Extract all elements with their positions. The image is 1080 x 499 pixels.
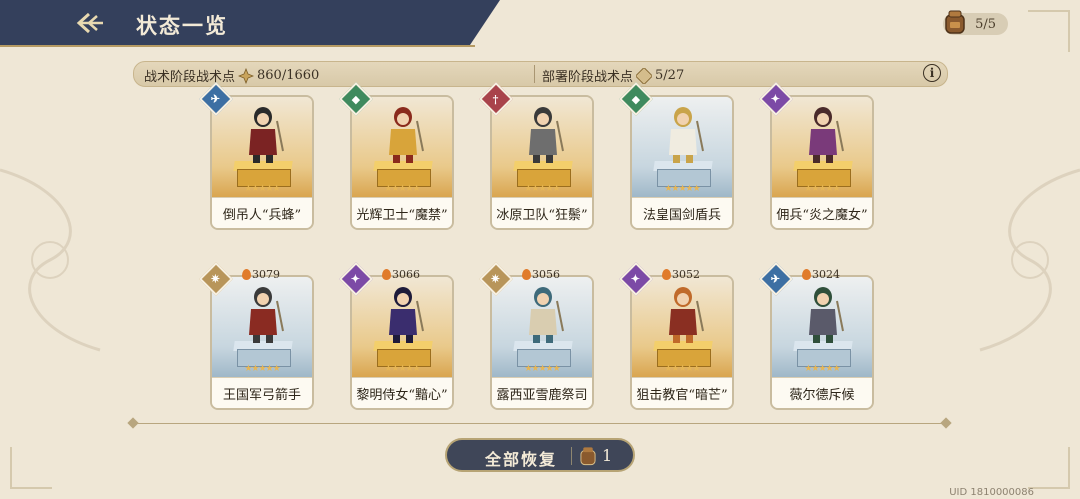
deploy-points-value: 5/27 (655, 68, 685, 83)
unit-name: 佣兵“炎之魔女” (772, 197, 872, 228)
unit-sprite-icon (389, 107, 424, 163)
tactical-points-value: 860/1660 (257, 68, 320, 83)
star-rating: ★★★★★ (244, 364, 280, 374)
unit-card[interactable]: ★★★★★ 王国军弓箭手 (210, 275, 314, 410)
restore-all-label: 全部恢复 (485, 450, 558, 469)
unit-sprite-icon (669, 287, 704, 343)
flame-icon (802, 269, 811, 280)
frame-corner-tr (1028, 10, 1070, 52)
ornament-left (0, 168, 101, 352)
user-id: UID 1810000086 (949, 487, 1034, 498)
unit-sprite-icon (389, 287, 424, 343)
restore-all-button[interactable]: 全部恢复 1 (445, 438, 635, 472)
star-rating: ★★★★★ (804, 184, 840, 194)
unit-name: 倒吊人“兵蜂” (212, 197, 312, 228)
unit-sprite-icon (249, 107, 284, 163)
flame-icon (522, 269, 531, 280)
backpack-icon (945, 10, 965, 34)
info-icon: i (929, 66, 935, 80)
points-divider (534, 65, 535, 83)
stamina-value: 5/5 (975, 16, 996, 32)
unit-card[interactable]: ★★★★★ 露西亚雪鹿祭司 (490, 275, 594, 410)
star-rating: ★★★★★ (664, 364, 700, 374)
unit-card[interactable]: ★★★★★ 光辉卫士“魔禁” (350, 95, 454, 230)
unit-sprite-icon (529, 107, 564, 163)
unit-name: 狙击教官“暗芒” (632, 377, 732, 408)
back-button[interactable] (72, 8, 108, 38)
divider-ornament-right (940, 417, 952, 429)
tactical-point-icon (238, 67, 255, 84)
unit-sprite-icon (249, 287, 284, 343)
unit-name: 冰原卫队“狂鬃” (492, 197, 592, 228)
star-rating: ★★★★★ (524, 184, 560, 194)
back-arrow-icon (76, 12, 103, 34)
divider-ornament-left (127, 417, 139, 429)
unit-sprite-icon (529, 287, 564, 343)
restore-separator (571, 447, 572, 465)
unit-card[interactable]: ★★★★★ 佣兵“炎之魔女” (770, 95, 874, 230)
info-button[interactable]: i (923, 64, 941, 82)
ornament-right (979, 168, 1080, 352)
power-value: 3024 (802, 268, 840, 281)
flame-icon (242, 269, 251, 280)
unit-sprite-icon (809, 287, 844, 343)
star-rating: ★★★★★ (384, 184, 420, 194)
header-edge (0, 45, 475, 47)
unit-name: 光辉卫士“魔禁” (352, 197, 452, 228)
stamina-counter[interactable]: 5/5 (943, 10, 1008, 35)
power-value: 3079 (242, 268, 280, 281)
unit-card[interactable]: ★★★★★ 薇尔德斥候 (770, 275, 874, 410)
unit-name: 法皇国剑盾兵 (632, 197, 732, 228)
unit-card[interactable]: ★★★★★ 倒吊人“兵蜂” (210, 95, 314, 230)
unit-sprite-icon (809, 107, 844, 163)
power-value: 3066 (382, 268, 420, 281)
unit-name: 黎明侍女“黯心” (352, 377, 452, 408)
power-value: 3052 (662, 268, 700, 281)
bottom-divider (133, 423, 946, 424)
restore-count: 1 (602, 446, 613, 465)
star-rating: ★★★★★ (244, 184, 280, 194)
star-rating: ★★★★★ (524, 364, 560, 374)
star-rating: ★★★★★ (664, 184, 700, 194)
unit-card[interactable]: ★★★★★ 黎明侍女“黯心” (350, 275, 454, 410)
star-rating: ★★★★★ (384, 364, 420, 374)
deploy-points-label: 部署阶段战术点 (542, 70, 634, 85)
page-title: 状态一览 (136, 13, 228, 38)
tactical-points-label: 战术阶段战术点 (144, 70, 236, 85)
unit-card[interactable]: ★★★★★ 法皇国剑盾兵 (630, 95, 734, 230)
deploy-point-icon (636, 67, 653, 84)
frame-corner-bl (10, 447, 52, 489)
flame-icon (662, 269, 671, 280)
unit-name: 薇尔德斥候 (772, 377, 872, 408)
unit-card[interactable]: ★★★★★ 狙击教官“暗芒” (630, 275, 734, 410)
unit-name: 王国军弓箭手 (212, 377, 312, 408)
star-rating: ★★★★★ (804, 364, 840, 374)
flame-icon (382, 269, 391, 280)
unit-card[interactable]: ★★★★★ 冰原卫队“狂鬃” (490, 95, 594, 230)
frame-corner-br (1028, 447, 1070, 489)
unit-sprite-icon (669, 107, 704, 163)
power-value: 3056 (522, 268, 560, 281)
unit-name: 露西亚雪鹿祭司 (492, 377, 592, 408)
backpack-icon (580, 447, 596, 466)
tactical-points-bar: 战术阶段战术点 860/1660 部署阶段战术点 5/27 i (133, 61, 948, 87)
